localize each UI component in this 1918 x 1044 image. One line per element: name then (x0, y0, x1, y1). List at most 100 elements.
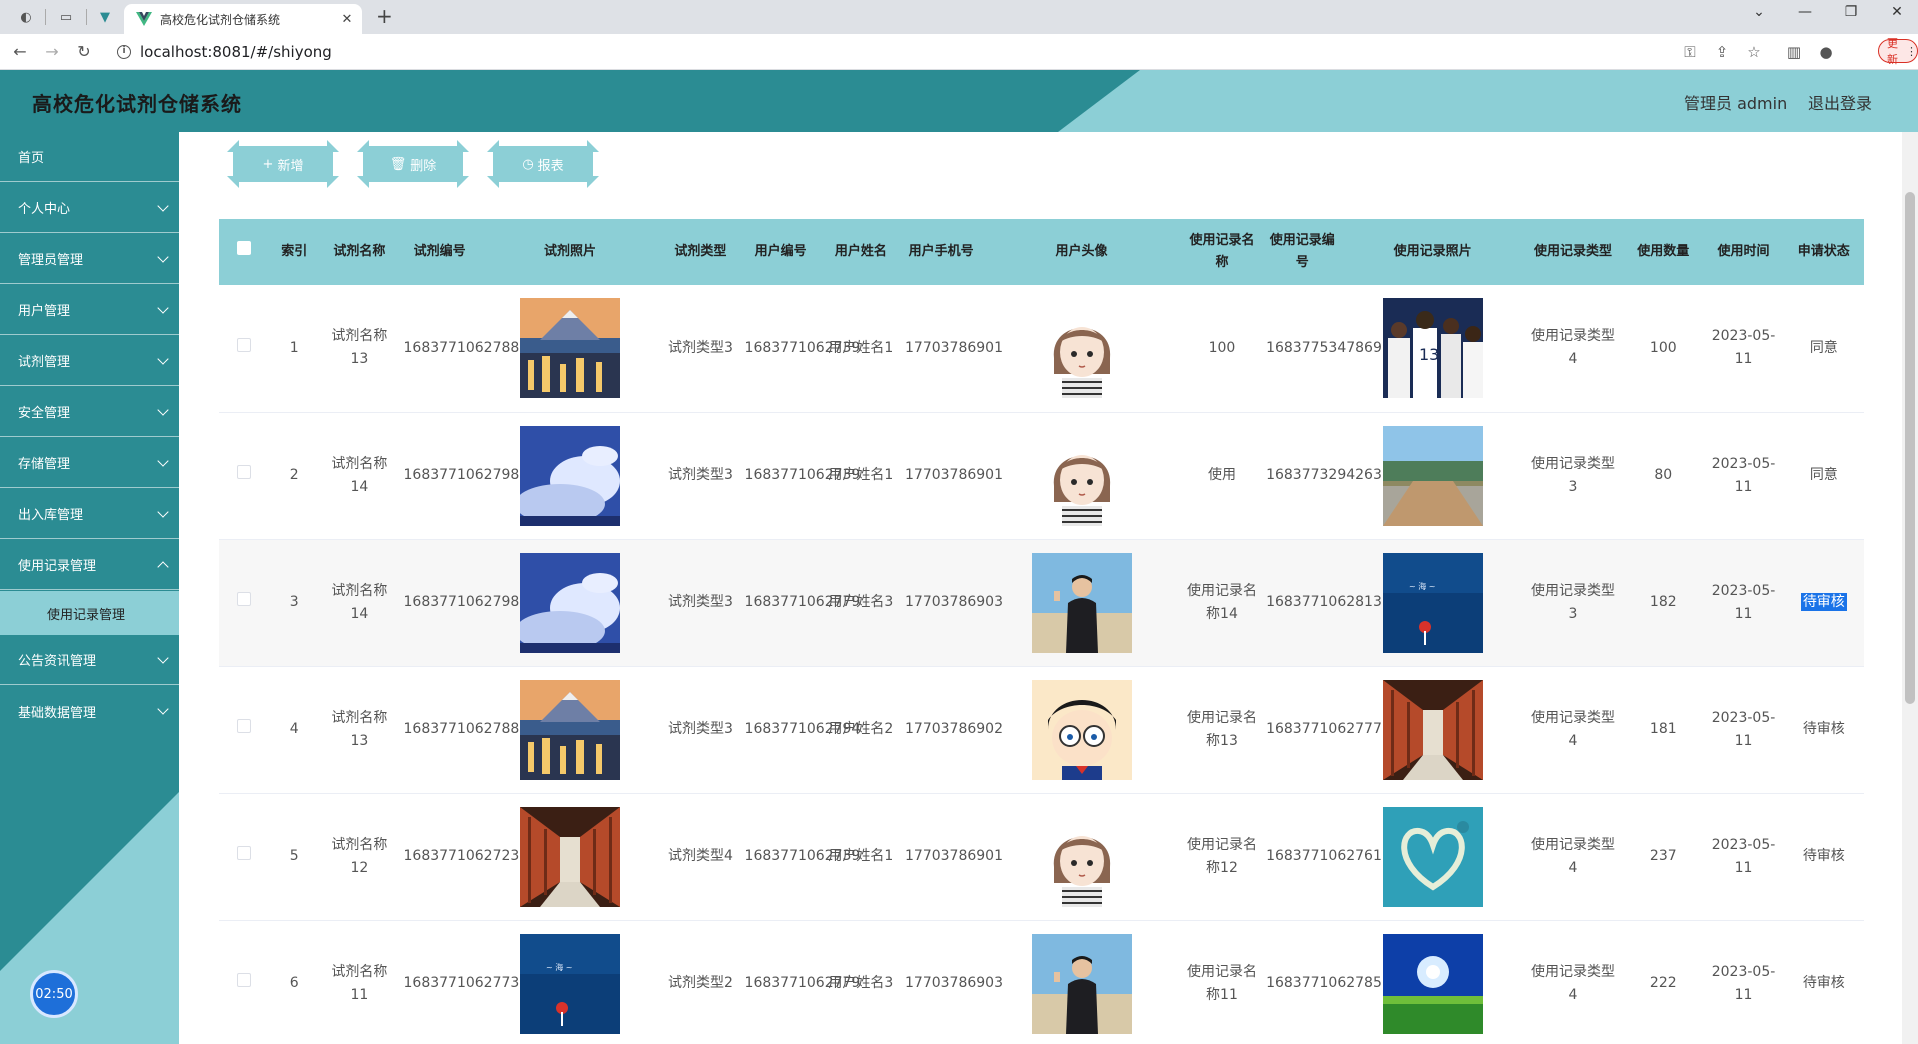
table-row[interactable]: 6 试剂名称11 1683771062773 ~ 海 ~ 试剂类型2 1683771062… (219, 920, 1864, 1044)
vue-logo-icon (136, 12, 152, 26)
row-checkbox[interactable] (237, 846, 252, 860)
table-row[interactable]: 1 试剂名称13 1683771062788 试剂类型3 1683771062739 用户… (219, 285, 1864, 413)
reagent-photo[interactable] (520, 552, 621, 653)
cell-time: 2023-05-11 (1703, 920, 1784, 1044)
cell-text: 1683773294263 (1266, 467, 1382, 483)
sidebar-item-usage[interactable]: 使用记录管理 (0, 540, 179, 590)
tab-search-icon[interactable]: ⌄ (1744, 4, 1774, 20)
pie-chart-icon: ◷ (522, 156, 534, 172)
cell-status: 待审核 (1783, 920, 1864, 1044)
cell-rec-name: 100 (1181, 285, 1263, 413)
user-avatar[interactable] (1031, 933, 1132, 1034)
close-window-icon[interactable]: ✕ (1882, 4, 1912, 20)
sidebar: 首页 个人中心 管理员管理 用户管理 试剂管理 安全管理 存储管理 出入库管理 … (0, 132, 179, 1044)
row-select-cell[interactable] (219, 285, 270, 413)
recording-timer[interactable]: 02:50 (30, 970, 78, 1018)
row-checkbox[interactable] (237, 465, 252, 479)
forward-icon[interactable]: → (42, 42, 62, 61)
report-button[interactable]: ◷ 报表 (487, 140, 599, 188)
user-avatar[interactable] (1031, 679, 1132, 780)
sidebar-item-home[interactable]: 首页 (0, 132, 179, 182)
cell-user-name: 用户姓名1 (820, 412, 901, 540)
side-panel-icon[interactable]: ▥ (1784, 43, 1804, 61)
vue-tab-icon[interactable]: ▼ (95, 7, 115, 27)
back-icon[interactable]: ← (10, 42, 30, 61)
sidebar-item-users[interactable]: 用户管理 (0, 285, 179, 335)
row-select-cell[interactable] (219, 539, 270, 667)
pinned-tab-icon[interactable]: ▭ (56, 7, 76, 27)
sidebar-item-basedata[interactable]: 基础数据管理 (0, 686, 179, 736)
cell-status: 待审核 (1783, 539, 1864, 667)
select-all-checkbox[interactable] (237, 241, 252, 255)
row-checkbox[interactable] (237, 719, 252, 733)
user-avatar[interactable] (1031, 425, 1132, 526)
submenu-item-usage[interactable]: 使用记录管理 (0, 591, 179, 635)
cell-text: 使用记录类型4 (1531, 963, 1615, 1003)
table-row[interactable]: 5 试剂名称12 1683771062723 试剂类型4 1683771062739 用户… (219, 793, 1864, 921)
sidebar-item-storage[interactable]: 存储管理 (0, 438, 179, 488)
minimize-icon[interactable]: — (1790, 4, 1820, 20)
share-icon[interactable]: ⇪ (1712, 43, 1732, 61)
reagent-photo[interactable] (520, 298, 621, 399)
cell-qty: 182 (1623, 539, 1704, 667)
record-photo[interactable]: ~ 海 ~ (1382, 552, 1483, 653)
sidebar-item-safety[interactable]: 安全管理 (0, 387, 179, 437)
add-button[interactable]: + 新增 (227, 140, 339, 188)
sidebar-item-label: 存储管理 (18, 457, 71, 472)
table-row[interactable]: 2 试剂名称14 1683771062798 试剂类型3 1683771062739 用户… (219, 412, 1864, 540)
cell-user-no: 1683771062779 (740, 920, 860, 1044)
record-photo[interactable] (1382, 806, 1483, 907)
sidebar-item-personal[interactable]: 个人中心 (0, 183, 179, 233)
row-select-cell[interactable] (219, 920, 270, 1044)
record-photo[interactable] (1382, 425, 1483, 526)
new-tab-icon[interactable]: + (376, 6, 393, 26)
scrollbar-thumb[interactable] (1905, 192, 1915, 704)
profile-icon[interactable]: ● (1816, 43, 1836, 61)
sidebar-item-reagents[interactable]: 试剂管理 (0, 336, 179, 386)
delete-button[interactable]: 🗑 删除 (357, 140, 469, 188)
row-select-cell[interactable] (219, 793, 270, 921)
row-checkbox[interactable] (237, 592, 252, 606)
site-info-icon[interactable]: i (117, 45, 131, 59)
key-icon[interactable]: ⚿ (1680, 43, 1700, 61)
cell-user-name: 用户姓名3 (820, 539, 901, 667)
user-label[interactable]: 管理员 admin (1684, 90, 1787, 114)
sidebar-item-inout[interactable]: 出入库管理 (0, 489, 179, 539)
table-row[interactable]: 3 试剂名称14 1683771062798 试剂类型3 1683771062779 用户… (219, 539, 1864, 667)
cell-qty: 80 (1623, 412, 1704, 540)
chevron-down-icon (157, 251, 169, 263)
table-row[interactable]: 4 试剂名称13 1683771062788 试剂类型3 1683771062794 用户… (219, 666, 1864, 794)
select-all-cell[interactable] (219, 219, 270, 285)
update-button[interactable]: 更新 ⋮ (1878, 37, 1918, 66)
reagent-photo[interactable] (520, 806, 621, 907)
url-field[interactable]: localhost:8081/#/shiyong (140, 43, 332, 61)
row-checkbox[interactable] (237, 973, 252, 987)
active-tab[interactable]: 高校危化试剂仓储系统 ✕ (124, 4, 362, 34)
cell-type: 试剂类型2 (660, 920, 741, 1044)
user-avatar[interactable] (1031, 806, 1132, 907)
cell-status: 同意 (1783, 285, 1864, 413)
reagent-photo[interactable] (520, 425, 621, 526)
record-photo[interactable]: 13 (1382, 298, 1483, 399)
reload-icon[interactable]: ↻ (74, 42, 94, 61)
cell-name: 试剂名称12 (319, 793, 400, 921)
restore-icon[interactable]: ❐ (1836, 4, 1866, 20)
user-avatar[interactable] (1031, 298, 1132, 399)
reagent-photo[interactable]: ~ 海 ~ (520, 933, 621, 1034)
bookmark-star-icon[interactable]: ☆ (1744, 43, 1764, 61)
record-photo[interactable] (1382, 679, 1483, 780)
user-avatar[interactable] (1031, 552, 1132, 653)
reagent-photo[interactable] (520, 679, 621, 780)
cell-text: 用户姓名3 (828, 975, 894, 991)
browser-menu-icon[interactable]: ◐ (16, 7, 36, 27)
row-select-cell[interactable] (219, 666, 270, 794)
row-select-cell[interactable] (219, 412, 270, 540)
app-header: 高校危化试剂仓储系统 管理员 admin 退出登录 (0, 70, 1918, 132)
sidebar-item-admins[interactable]: 管理员管理 (0, 234, 179, 284)
row-checkbox[interactable] (237, 337, 252, 352)
close-tab-icon[interactable]: ✕ (338, 12, 356, 27)
more-menu-icon[interactable]: ⋮ (1906, 45, 1917, 58)
sidebar-item-news[interactable]: 公告资讯管理 (0, 635, 179, 685)
record-photo[interactable] (1382, 933, 1483, 1034)
logout-link[interactable]: 退出登录 (1808, 90, 1872, 114)
